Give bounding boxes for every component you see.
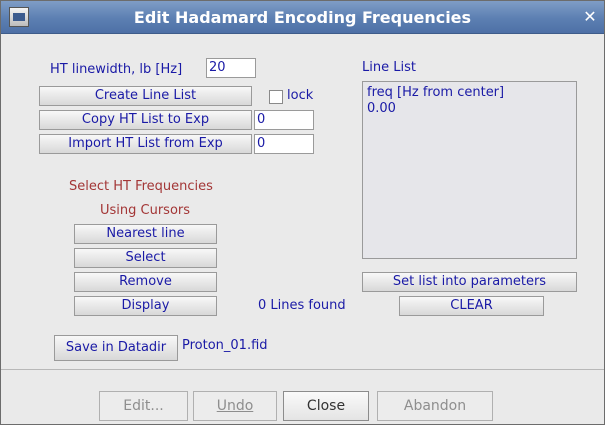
clear-button[interactable]: CLEAR	[399, 296, 544, 316]
display-button[interactable]: Display	[74, 296, 217, 316]
lock-checkbox[interactable]	[269, 90, 283, 104]
lock-label: lock	[287, 88, 314, 103]
linewidth-label: HT linewidth, lb [Hz]	[50, 62, 183, 77]
edit-button[interactable]: Edit...	[99, 391, 188, 421]
save-in-datadir-button[interactable]: Save in Datadir	[54, 335, 178, 361]
title-bar[interactable]: Edit Hadamard Encoding Frequencies ✕	[1, 1, 604, 34]
close-window-icon[interactable]: ✕	[580, 7, 600, 27]
line-list-box[interactable]: freq [Hz from center] 0.00	[362, 81, 577, 259]
lines-found-status: 0 Lines found	[258, 298, 346, 313]
set-list-into-parameters-button[interactable]: Set list into parameters	[362, 272, 577, 292]
copy-exp-input[interactable]: 0	[254, 110, 314, 130]
dialog-window: Edit Hadamard Encoding Frequencies ✕ HT …	[0, 0, 605, 425]
bottom-separator	[1, 369, 604, 370]
create-line-list-button[interactable]: Create Line List	[39, 86, 252, 106]
window-title: Edit Hadamard Encoding Frequencies	[133, 8, 472, 27]
import-exp-input[interactable]: 0	[254, 134, 314, 154]
line-list-label: Line List	[362, 60, 416, 75]
select-button[interactable]: Select	[74, 248, 217, 268]
filename-label: Proton_01.fid	[182, 338, 268, 353]
line-list-item[interactable]: 0.00	[367, 101, 572, 117]
copy-ht-list-button[interactable]: Copy HT List to Exp	[39, 110, 252, 130]
line-list-header: freq [Hz from center]	[367, 85, 505, 100]
using-cursors-heading: Using Cursors	[100, 203, 191, 218]
select-frequencies-heading: Select HT Frequencies	[69, 179, 213, 194]
nearest-line-button[interactable]: Nearest line	[74, 224, 217, 244]
close-button[interactable]: Close	[283, 391, 369, 421]
import-ht-list-button[interactable]: Import HT List from Exp	[39, 134, 252, 154]
undo-label: Undo	[216, 398, 254, 414]
abandon-button[interactable]: Abandon	[377, 391, 493, 421]
undo-button[interactable]: Undo	[193, 391, 277, 421]
linewidth-input[interactable]: 20	[206, 58, 256, 78]
remove-button[interactable]: Remove	[74, 272, 217, 292]
